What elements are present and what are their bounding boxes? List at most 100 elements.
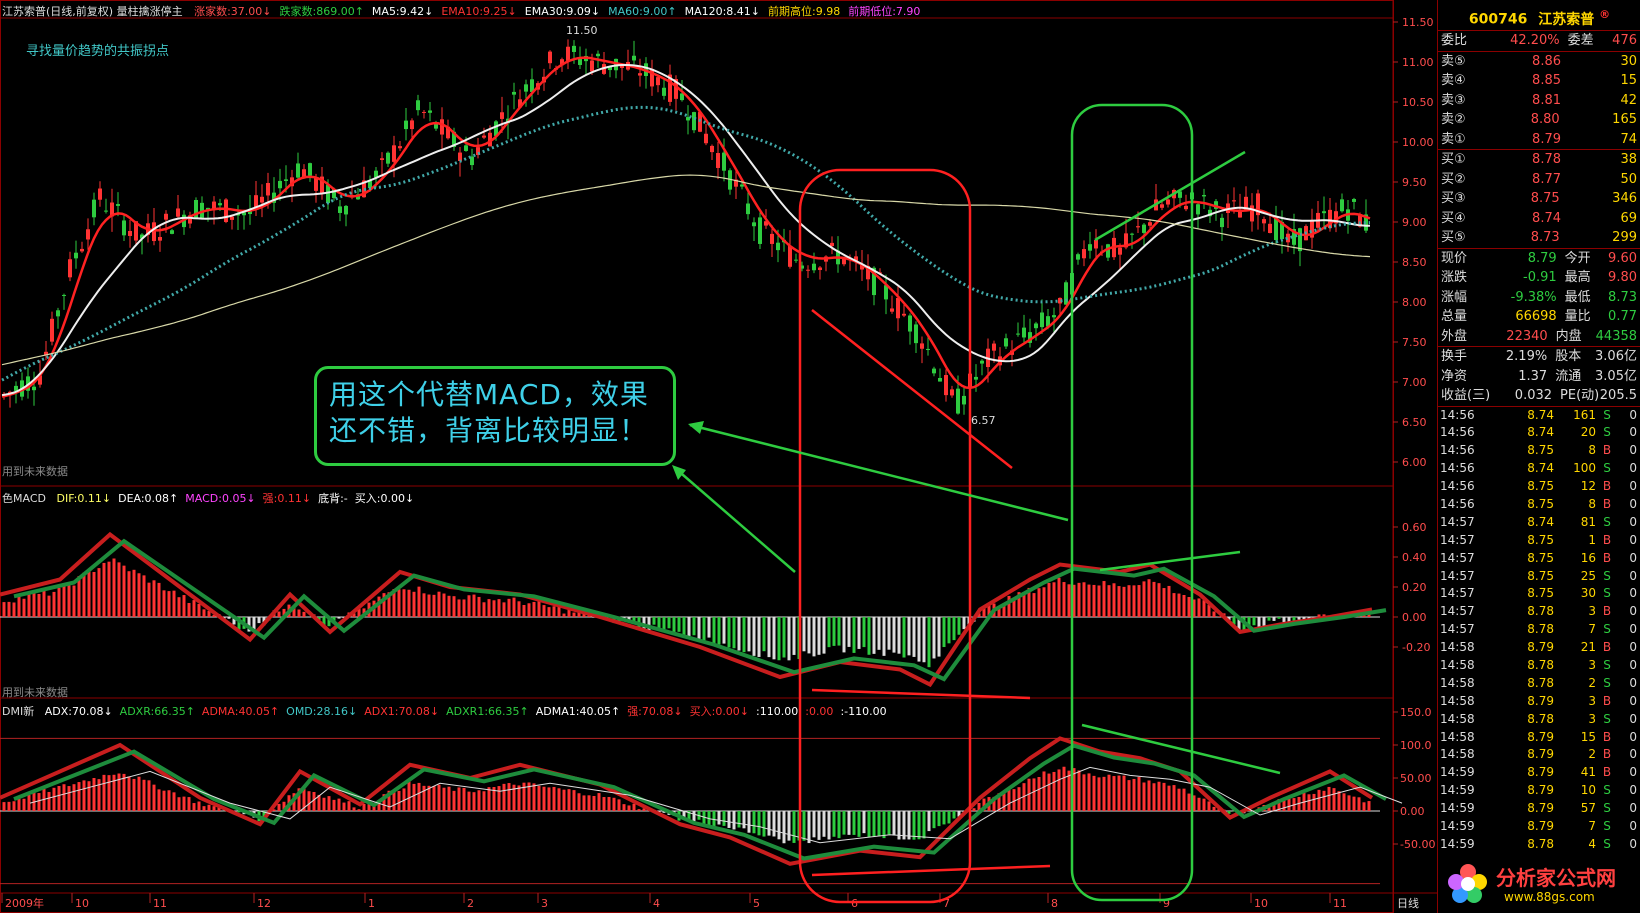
tick-row: 14:59 8.79 41 B 0	[1438, 764, 1640, 782]
tick-list[interactable]: 14:56 8.74 161 S 0 14:56 8.74 20 S 0 14:56 8.75 8 B 0 1…	[1438, 407, 1640, 854]
candle-body	[1034, 323, 1038, 329]
macd-indicator-item-2: MACD:0.05↓	[185, 492, 256, 505]
bid-row-3[interactable]: 买④ 8.74 69	[1438, 209, 1640, 229]
date-axis-label: 2	[467, 897, 474, 910]
ask-row-1-cell-2	[1561, 71, 1614, 91]
ask-row-4[interactable]: 卖① 8.79 74	[1438, 130, 1640, 150]
kline-chart-canvas[interactable]: 11.5011.0010.5010.009.509.008.508.007.50…	[0, 0, 1437, 913]
tick-row: 14:59 8.78 4 S 0	[1438, 836, 1640, 854]
ask-row-3[interactable]: 卖② 8.80 165	[1438, 110, 1640, 130]
ask-row-1[interactable]: 卖④ 8.85 15	[1438, 71, 1640, 91]
tick-t: 14:59	[1440, 765, 1475, 780]
tick-p: 8.74	[1527, 461, 1554, 476]
candle-body	[926, 348, 930, 351]
tick-s: B	[1602, 443, 1612, 458]
dmi-adx-line	[0, 736, 1374, 866]
candle-body	[956, 388, 960, 414]
price-axis-label: 10.50	[1402, 96, 1434, 109]
tick-t: 14:58	[1440, 657, 1475, 672]
macd-header: 色MACD DIF:0.11↓ DEA:0.08↑ MACD:0.05↓ 强:0.11…	[2, 490, 428, 506]
stat-row-4-cell-3: 44358	[1595, 328, 1638, 344]
quote-panel: 600746 江苏索普 ® 委比 42.20% 委差 476 卖⑤ 8.86 30 卖…	[1437, 0, 1640, 913]
stat-row-1-cell-2: 最高	[1564, 270, 1591, 285]
ask-row-0[interactable]: 卖⑤ 8.86 30	[1438, 52, 1640, 72]
candle-body	[770, 233, 774, 244]
candle-body	[1118, 247, 1122, 255]
tick-p: 8.78	[1527, 657, 1554, 672]
date-axis-label: 10	[75, 897, 89, 910]
candle-body	[170, 230, 174, 234]
candle-body	[1322, 211, 1326, 214]
divergence-box-red	[798, 168, 972, 904]
candle-body	[380, 158, 384, 160]
candle-body	[812, 263, 816, 271]
price-axis-label: 9.00	[1402, 216, 1427, 229]
bid-row-4[interactable]: 买⑤ 8.73 299	[1438, 228, 1640, 248]
candle-body	[416, 100, 420, 111]
candle-body	[164, 213, 168, 220]
bid-row-3-cell-3: 69	[1620, 210, 1637, 226]
candle-body	[794, 259, 798, 261]
tick-t: 14:58	[1440, 747, 1475, 762]
stat-row-0-cell-1: 8.79	[1527, 250, 1557, 266]
ask-row-2[interactable]: 卖③ 8.81 42	[1438, 91, 1640, 111]
price-axis-label: 11.50	[1402, 16, 1434, 29]
tick-row: 14:58 8.79 3 B 0	[1438, 693, 1640, 711]
candle-body	[32, 386, 36, 391]
date-axis-label: 1	[368, 897, 375, 910]
bid-row-2-cell-0: 买③	[1441, 191, 1466, 206]
price-axis-label: 6.50	[1402, 416, 1427, 429]
fund-row-1-cell-3: 3.05亿	[1595, 368, 1637, 384]
callout-line-2: 还不错，背离比较明显！	[329, 414, 649, 447]
tick-s: S	[1603, 711, 1611, 726]
candle-body	[1340, 199, 1344, 212]
info-badge-icon[interactable]: ®	[1599, 8, 1610, 21]
candle-body	[278, 180, 282, 189]
candle-body	[308, 163, 312, 176]
bid-row-2-cell-3: 346	[1612, 191, 1637, 206]
candle-body	[1094, 239, 1098, 249]
candle-body	[974, 376, 978, 380]
tick-p: 8.79	[1527, 640, 1554, 655]
bid-row-1[interactable]: 买② 8.77 50	[1438, 170, 1640, 190]
stat-row-0: 现价 8.79 今开 9.60	[1438, 249, 1640, 269]
candle-body	[830, 242, 834, 247]
bid-row-3-cell-2	[1561, 209, 1614, 229]
stat-row-0-cell-0: 现价	[1441, 250, 1468, 266]
tick-t: 14:58	[1440, 693, 1475, 708]
tick-z: 0	[1629, 550, 1637, 565]
bid-row-0[interactable]: 买① 8.78 38	[1438, 150, 1640, 170]
tick-s: S	[1603, 657, 1611, 672]
candle-body	[962, 395, 966, 405]
date-axis-label: 6	[851, 897, 858, 910]
tick-p: 8.78	[1527, 622, 1554, 637]
tick-s: S	[1603, 622, 1611, 637]
stat-row-3-cell-3: 0.77	[1608, 309, 1637, 324]
low-marker: 6.57	[971, 414, 996, 427]
macd-indicator-item-1: DEA:0.08↑	[118, 492, 179, 505]
tick-p: 8.78	[1527, 675, 1554, 690]
tick-z: 0	[1629, 783, 1637, 798]
candle-body	[992, 343, 996, 351]
callout-line-1: 用这个代替MACD，效果	[329, 378, 649, 411]
tick-s: S	[1603, 818, 1611, 833]
bid-row-1-cell-3: 50	[1620, 171, 1637, 187]
stat-row-2-cell-2: 最低	[1564, 289, 1591, 305]
stat-row-3-cell-0: 总量	[1441, 309, 1468, 324]
candle-body	[710, 145, 714, 153]
tick-z: 0	[1629, 622, 1637, 637]
bid-row-1-cell-2	[1561, 170, 1614, 190]
price-axis-label: 7.00	[1402, 376, 1427, 389]
tick-s: B	[1602, 693, 1612, 708]
ask-row-4-cell-1: 8.79	[1532, 131, 1561, 147]
candle-body	[776, 242, 780, 251]
bid-row-2[interactable]: 买③ 8.75 346	[1438, 189, 1640, 209]
candle-body	[428, 110, 432, 113]
ask-row-3-cell-3: 165	[1612, 112, 1637, 127]
candle-body	[440, 119, 444, 135]
candle-body	[1232, 200, 1236, 202]
tick-v: 1	[1588, 532, 1596, 547]
tick-t: 14:56	[1440, 461, 1475, 476]
tick-t: 14:56	[1440, 496, 1475, 511]
tick-z: 0	[1629, 532, 1637, 547]
